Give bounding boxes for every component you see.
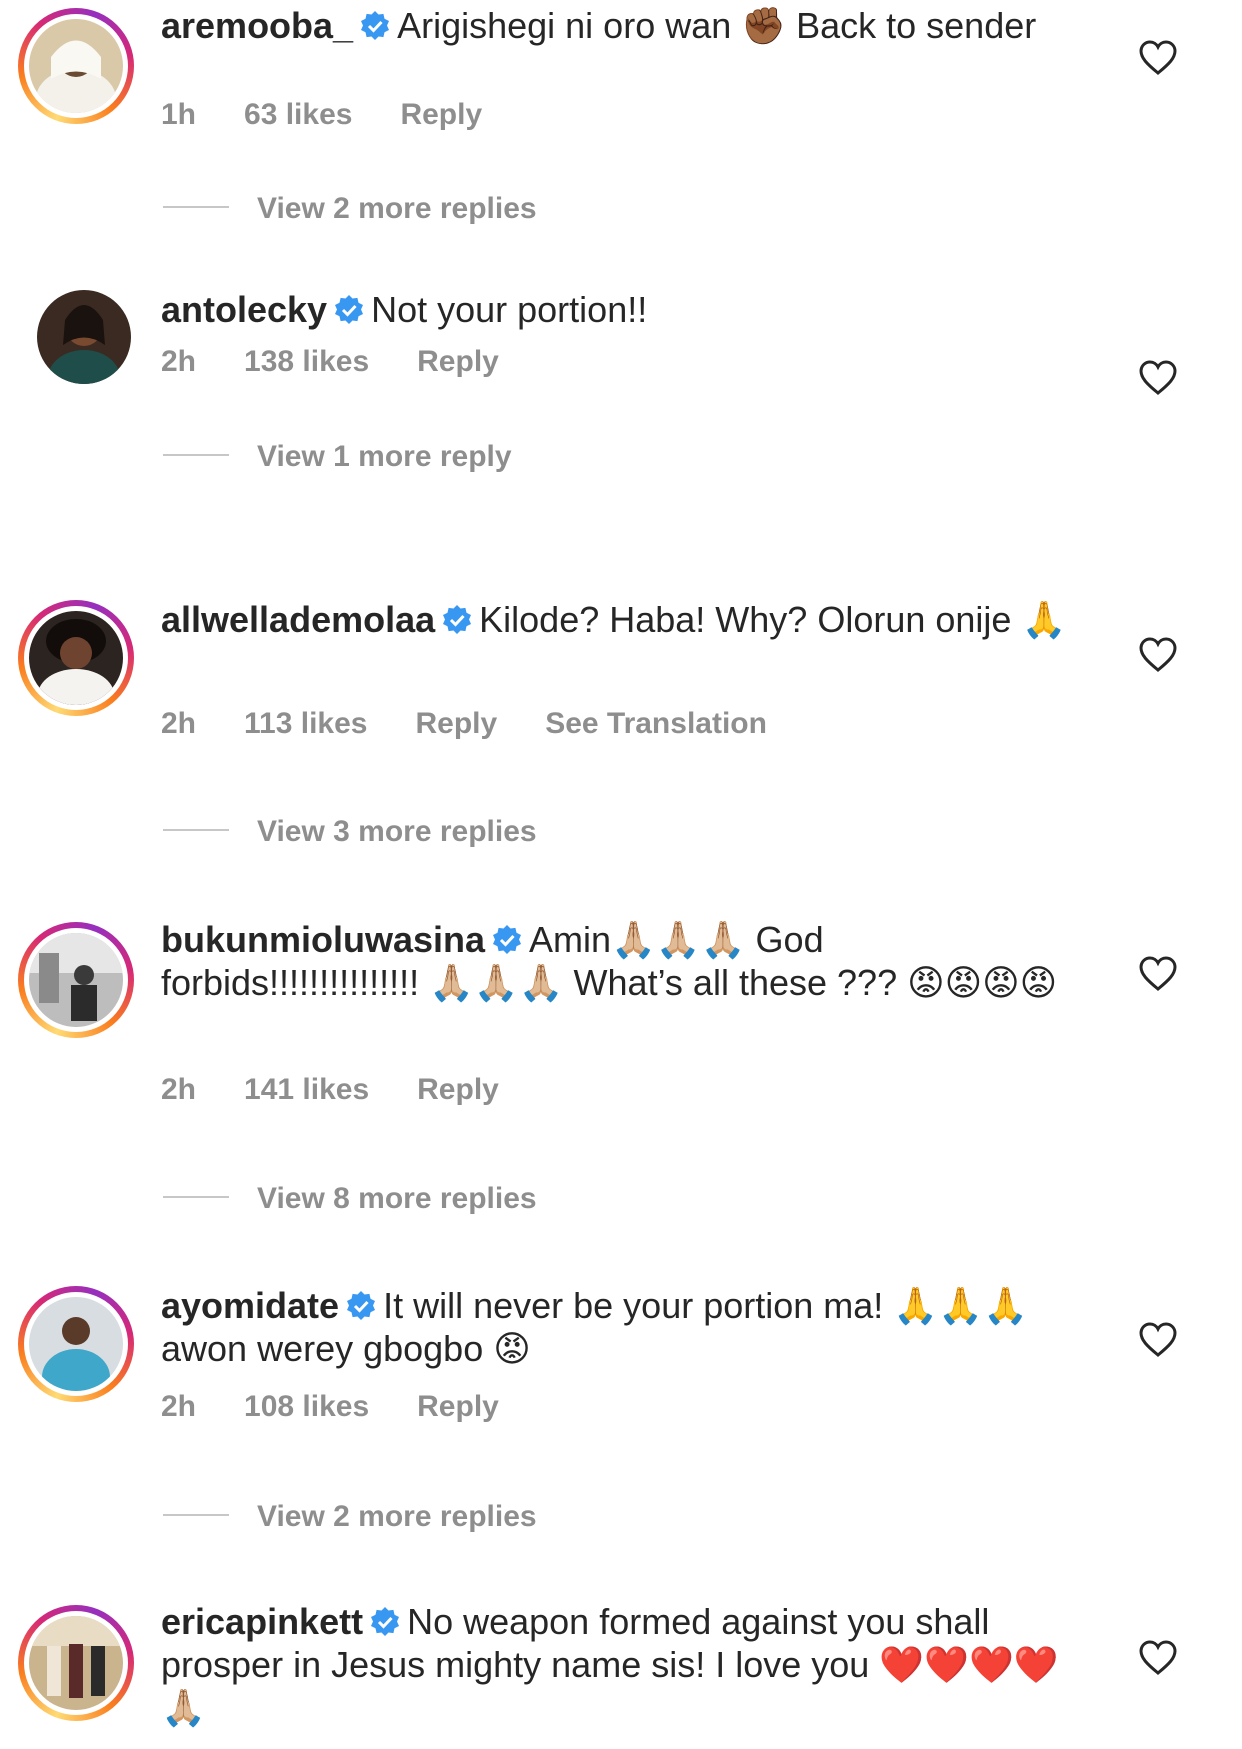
- comment-meta: 2h 138 likes Reply: [161, 345, 547, 379]
- avatar: [29, 1616, 123, 1710]
- heart-outline-icon[interactable]: [1139, 360, 1177, 396]
- view-replies-button[interactable]: View 3 more replies: [163, 815, 537, 849]
- verified-badge-icon: [493, 925, 522, 954]
- avatar[interactable]: [37, 290, 131, 384]
- avatar-story-ring[interactable]: [18, 922, 134, 1038]
- likes-count[interactable]: 138 likes: [244, 345, 369, 378]
- likes-count[interactable]: 113 likes: [244, 707, 367, 740]
- comment-body: Not your portion!!: [371, 289, 648, 330]
- username[interactable]: allwellademolaa: [161, 599, 435, 640]
- heart-outline-icon[interactable]: [1139, 1322, 1177, 1358]
- see-translation-button[interactable]: See Translation: [545, 707, 767, 740]
- username[interactable]: ayomidate: [161, 1285, 339, 1326]
- heart-outline-icon[interactable]: [1139, 956, 1177, 992]
- comment-text: ericapinkett No weapon formed against you…: [161, 1600, 1081, 1729]
- comment-meta: 2h 141 likes Reply: [161, 1073, 547, 1107]
- comment-meta: 2h 113 likes Reply See Translation: [161, 707, 815, 741]
- comment-text: allwellademolaa Kilode? Haba! Why? Olorun…: [161, 598, 1081, 641]
- username[interactable]: ericapinkett: [161, 1601, 363, 1642]
- avatar-story-ring[interactable]: [18, 1286, 134, 1402]
- comment-text: aremooba_ Arigishegi ni oro wan ✊🏾 Back t…: [161, 4, 1081, 47]
- verified-badge-icon: [347, 1291, 376, 1320]
- avatar: [29, 611, 123, 705]
- verified-badge-icon: [361, 11, 390, 40]
- view-replies-button[interactable]: View 8 more replies: [163, 1182, 537, 1216]
- username[interactable]: aremooba_: [161, 5, 353, 46]
- timestamp: 2h: [161, 707, 197, 740]
- heart-outline-icon[interactable]: [1139, 637, 1177, 673]
- avatar: [29, 19, 123, 113]
- comment-body: Kilode? Haba! Why? Olorun onije 🙏: [479, 599, 1067, 640]
- view-replies-button[interactable]: View 2 more replies: [163, 192, 537, 226]
- timestamp: 2h: [161, 1073, 197, 1106]
- avatar: [29, 933, 123, 1027]
- reply-button[interactable]: Reply: [417, 1390, 499, 1423]
- divider-line: [163, 1196, 229, 1199]
- username[interactable]: antolecky: [161, 289, 327, 330]
- divider-line: [163, 829, 229, 832]
- timestamp: 2h: [161, 345, 197, 378]
- comment-text: ayomidate It will never be your portion m…: [161, 1284, 1081, 1370]
- likes-count[interactable]: 141 likes: [244, 1073, 369, 1106]
- comment-body: Arigishegi ni oro wan ✊🏾 Back to sender: [397, 5, 1037, 46]
- verified-badge-icon: [443, 605, 472, 634]
- likes-count[interactable]: 108 likes: [244, 1390, 369, 1423]
- reply-button[interactable]: Reply: [415, 707, 497, 740]
- timestamp: 2h: [161, 1390, 197, 1423]
- comment-text: bukunmioluwasina Amin🙏🏼🙏🏼🙏🏼 God forbids!!…: [161, 918, 1081, 1004]
- reply-button[interactable]: Reply: [400, 98, 482, 131]
- comment-text: antolecky Not your portion!!: [161, 288, 1081, 331]
- username[interactable]: bukunmioluwasina: [161, 919, 485, 960]
- heart-outline-icon[interactable]: [1139, 40, 1177, 76]
- avatar: [29, 1297, 123, 1391]
- verified-badge-icon: [371, 1607, 400, 1636]
- view-replies-button[interactable]: View 2 more replies: [163, 1500, 537, 1534]
- divider-line: [163, 206, 229, 209]
- comment-meta: 2h 108 likes Reply: [161, 1390, 547, 1424]
- comment-meta: 1h 63 likes Reply: [161, 98, 530, 132]
- likes-count[interactable]: 63 likes: [244, 98, 352, 131]
- view-replies-button[interactable]: View 1 more reply: [163, 440, 512, 474]
- reply-button[interactable]: Reply: [417, 1073, 499, 1106]
- divider-line: [163, 1514, 229, 1517]
- heart-outline-icon[interactable]: [1139, 1640, 1177, 1676]
- reply-button[interactable]: Reply: [417, 345, 499, 378]
- divider-line: [163, 454, 229, 457]
- avatar-story-ring[interactable]: [18, 8, 134, 124]
- timestamp: 1h: [161, 98, 197, 131]
- avatar-story-ring[interactable]: [18, 1605, 134, 1721]
- avatar-story-ring[interactable]: [18, 600, 134, 716]
- verified-badge-icon: [335, 295, 364, 324]
